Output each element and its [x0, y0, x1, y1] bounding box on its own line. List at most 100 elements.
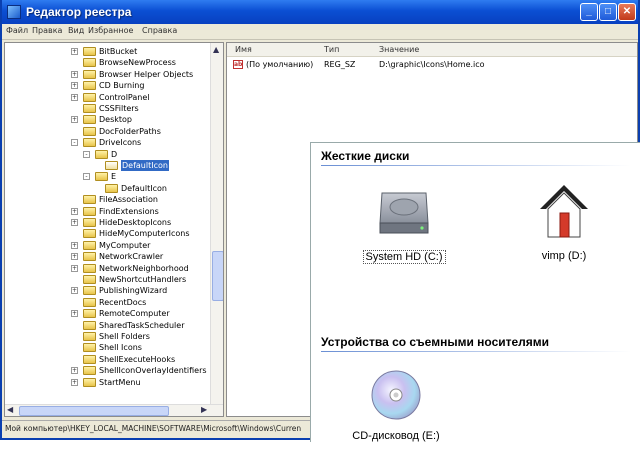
tree-item[interactable]: ShellExecuteHooks: [5, 354, 209, 366]
collapse-icon[interactable]: -: [83, 150, 90, 158]
drive-d-label: vimp (D:): [541, 250, 587, 262]
tree-item[interactable]: - DriveIcons: [5, 137, 209, 149]
scroll-up-arrow-icon[interactable]: ▲: [213, 45, 219, 54]
tree-item-label: D: [111, 149, 118, 159]
string-value-icon: ab: [233, 60, 243, 69]
drive-c[interactable]: System HD (C:): [349, 179, 459, 264]
tree-item-label: CD Burning: [99, 81, 145, 91]
tree-item[interactable]: + Browser Helper Objects: [5, 69, 209, 81]
tree-item-label: NetworkCrawler: [99, 252, 164, 262]
expand-icon[interactable]: +: [71, 253, 78, 261]
tree-item-label: RemoteComputer: [99, 309, 170, 319]
folder-icon: [83, 115, 96, 125]
tree-item-label: DefaultIcon: [121, 160, 169, 171]
expand-icon[interactable]: +: [71, 70, 78, 78]
tree-item[interactable]: CSSFilters: [5, 103, 209, 115]
tree-item[interactable]: RecentDocs: [5, 297, 209, 309]
tree-item[interactable]: + PublishingWizard: [5, 285, 209, 297]
title-bar[interactable]: Редактор реестра _ □ ✕: [2, 0, 638, 24]
tree-item[interactable]: + RemoteComputer: [5, 308, 209, 320]
tree-item[interactable]: + MyComputer: [5, 240, 209, 252]
tree-item[interactable]: + NetworkNeighborhood: [5, 263, 209, 275]
tree-item[interactable]: Shell Icons: [5, 342, 209, 354]
tree-item[interactable]: DefaultIcon: [5, 160, 209, 172]
expand-icon[interactable]: +: [71, 207, 78, 215]
drive-e[interactable]: CD-дисковод (E:): [341, 367, 451, 442]
tree-item[interactable]: + ControlPanel: [5, 92, 209, 104]
scroll-left-arrow-icon[interactable]: ◀: [7, 405, 13, 414]
scroll-right-arrow-icon[interactable]: ▶: [201, 405, 207, 414]
list-header: Имя Тип Значение: [227, 43, 637, 57]
tree-item[interactable]: HideMyComputerIcons: [5, 228, 209, 240]
tree-item[interactable]: + StartMenu: [5, 377, 209, 389]
tree-item-label: DriveIcons: [99, 138, 142, 148]
tree-item[interactable]: FileAssociation: [5, 194, 209, 206]
expand-icon[interactable]: +: [71, 241, 78, 249]
tree-vertical-scrollbar[interactable]: ▲: [210, 43, 223, 404]
expand-icon[interactable]: +: [71, 367, 78, 375]
tree-item-label: ShellExecuteHooks: [99, 354, 176, 364]
column-value-header[interactable]: Значение: [379, 45, 419, 54]
close-button[interactable]: ✕: [618, 3, 636, 21]
tree-item[interactable]: Shell Folders: [5, 331, 209, 343]
tree-horizontal-scroll-thumb[interactable]: [19, 406, 169, 416]
menu-help[interactable]: Справка: [142, 26, 177, 35]
folder-icon: [83, 229, 96, 239]
tree-item[interactable]: -E: [5, 171, 209, 183]
folder-icon: [83, 138, 96, 148]
tree-item[interactable]: + HideDesktopIcons: [5, 217, 209, 229]
menu-file[interactable]: Файл: [6, 26, 28, 35]
expand-icon[interactable]: +: [71, 48, 78, 55]
tree-item[interactable]: DefaultIcon: [5, 183, 209, 195]
regedit-app-icon: [7, 5, 21, 19]
tree-item-label: NetworkNeighborhood: [99, 263, 189, 273]
tree-item[interactable]: -D: [5, 149, 209, 161]
folder-icon: [95, 172, 108, 182]
drive-d[interactable]: vimp (D:): [519, 179, 609, 262]
expand-icon[interactable]: +: [71, 116, 78, 124]
expand-icon[interactable]: +: [71, 219, 78, 226]
hard-disk-icon: [379, 192, 429, 234]
tree-item[interactable]: BrowseNewProcess: [5, 57, 209, 69]
tree-item[interactable]: + BitBucket: [5, 46, 209, 58]
drive-c-label: System HD (C:): [362, 250, 446, 264]
folder-icon: [83, 240, 96, 250]
tree-item-label: ControlPanel: [99, 92, 150, 102]
expand-icon[interactable]: +: [71, 378, 78, 386]
expand-icon[interactable]: +: [71, 264, 78, 272]
tree-horizontal-scrollbar[interactable]: ◀ ▶: [5, 404, 223, 416]
tree-item-label: DocFolderPaths: [99, 126, 161, 136]
folder-icon: [95, 149, 108, 159]
tree-vertical-scroll-thumb[interactable]: [212, 251, 223, 301]
tree-item[interactable]: SharedTaskScheduler: [5, 320, 209, 332]
tree-item[interactable]: + ShellIconOverlayIdentifiers: [5, 365, 209, 377]
expand-icon[interactable]: +: [71, 310, 78, 318]
maximize-button[interactable]: □: [599, 3, 617, 21]
removable-media-group-header: Устройства со съемными носителями: [321, 335, 550, 349]
minimize-button[interactable]: _: [580, 3, 598, 21]
menu-view[interactable]: Вид: [68, 26, 84, 35]
collapse-icon[interactable]: -: [83, 173, 90, 181]
list-item[interactable]: ab (По умолчанию) REG_SZ D:\graphic\Icon…: [227, 59, 637, 71]
registry-tree-pane[interactable]: + StartMenu + ShellIconOverlayIdentifiers Sh…: [4, 42, 224, 417]
menu-edit[interactable]: Правка: [32, 26, 62, 35]
tree-item[interactable]: + FindExtensions: [5, 206, 209, 218]
column-type-header[interactable]: Тип: [324, 45, 339, 54]
folder-icon: [83, 47, 96, 56]
column-name-header[interactable]: Имя: [235, 45, 252, 54]
my-computer-window: Жесткие диски System HD (C:) vimp (D:) У…: [310, 142, 640, 442]
tree-item[interactable]: + NetworkCrawler: [5, 251, 209, 263]
value-name: (По умолчанию): [246, 60, 314, 69]
tree-item-label: Desktop: [99, 115, 132, 125]
expand-icon[interactable]: +: [71, 287, 78, 295]
tree-item[interactable]: DocFolderPaths: [5, 126, 209, 138]
expand-icon[interactable]: +: [71, 82, 78, 90]
folder-icon: [83, 320, 96, 330]
tree-item[interactable]: + Desktop: [5, 114, 209, 126]
tree-item[interactable]: NewShortcutHandlers: [5, 274, 209, 286]
expand-icon[interactable]: +: [71, 93, 78, 101]
tree-item-label: BitBucket: [99, 47, 138, 56]
collapse-icon[interactable]: -: [71, 139, 78, 147]
tree-item[interactable]: + CD Burning: [5, 80, 209, 92]
menu-favorites[interactable]: Избранное: [88, 26, 133, 35]
